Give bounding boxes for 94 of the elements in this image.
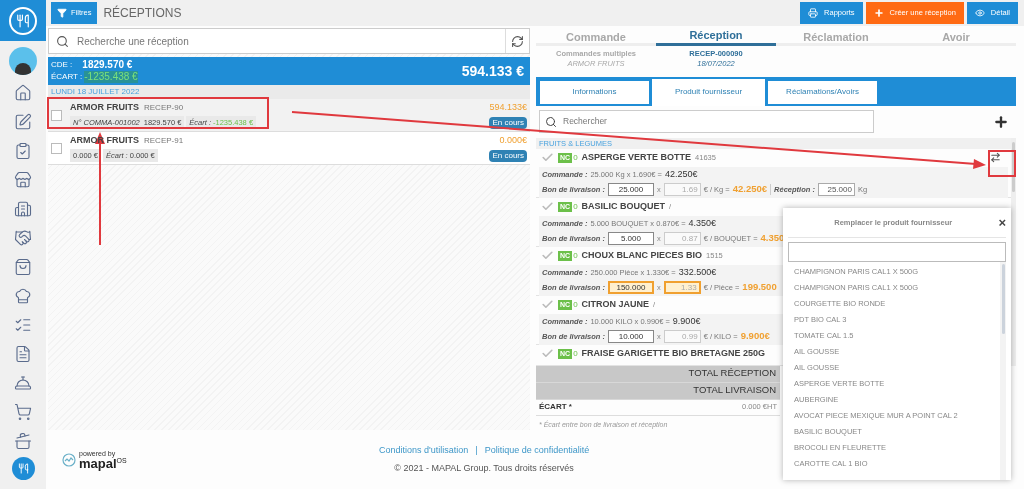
price-field[interactable]: 1.69 xyxy=(663,183,701,196)
row-total: 594.133€ xyxy=(489,100,527,114)
section-tab[interactable]: Réclamations/Avoirs xyxy=(766,78,879,106)
plus-icon xyxy=(873,8,884,18)
nc-count: 0 xyxy=(573,298,578,311)
status-badge: En cours xyxy=(489,117,527,130)
copyright: © 2021 - MAPAL Group. Tous droits réservés xyxy=(394,461,574,475)
refresh-icon[interactable] xyxy=(511,34,524,48)
supplier-name: ARMOR FRUITS xyxy=(70,100,139,114)
app-logo-button[interactable] xyxy=(11,457,35,480)
privacy-link[interactable]: Politique de confidentialité xyxy=(484,444,590,458)
search-icon xyxy=(56,34,69,48)
order-total: 42.250€ xyxy=(664,167,698,181)
cde-label: CDE : xyxy=(51,59,73,71)
cutlery-icon xyxy=(17,463,29,474)
popup-search-field[interactable] xyxy=(788,242,1006,262)
step-tab[interactable]: Avoir xyxy=(896,28,1016,46)
eye-icon xyxy=(974,8,985,18)
bell-icon[interactable] xyxy=(14,374,32,392)
chef-hat-icon[interactable] xyxy=(14,287,32,305)
cutlery-icon xyxy=(16,13,30,28)
section-tab[interactable]: Informations xyxy=(538,78,651,106)
row-checkbox[interactable] xyxy=(51,109,62,121)
order-total: 332.500€ xyxy=(678,265,717,279)
step-tab[interactable]: Réception xyxy=(656,28,776,46)
home-icon[interactable] xyxy=(14,84,32,102)
nc-count: 0 xyxy=(573,249,578,262)
document-icon[interactable] xyxy=(14,345,32,363)
bag-icon[interactable] xyxy=(14,258,32,276)
delivery-total: 199.500 xyxy=(742,280,777,295)
delivery-total: 9.900€ xyxy=(740,329,770,344)
price-field[interactable]: 0.99 xyxy=(663,330,701,343)
date-heading: LUNDI 18 JUILLET 2022 xyxy=(51,86,140,98)
close-button[interactable]: × xyxy=(998,216,1006,229)
order-total: 9.900€ xyxy=(672,314,701,328)
status-badge: En cours xyxy=(489,150,527,163)
product-name: CITRON JAUNE xyxy=(581,298,650,312)
filter-icon xyxy=(57,8,67,18)
cooking-pot-icon[interactable] xyxy=(14,432,32,450)
nc-count: 0 xyxy=(573,151,578,164)
swap-icon[interactable] xyxy=(990,152,1001,164)
handshake-icon[interactable] xyxy=(14,229,32,247)
add-icon[interactable] xyxy=(993,113,1009,130)
reception-ref: RECEP-90 xyxy=(144,101,184,114)
brand-name: mapal xyxy=(79,456,117,470)
clipboard-icon[interactable] xyxy=(14,142,32,160)
row-total: 0.000€ xyxy=(499,133,527,147)
delivery-quantity-field[interactable]: 10.000 xyxy=(607,330,654,343)
store-icon[interactable] xyxy=(14,171,32,189)
delivery-total: 42.250€ xyxy=(732,182,768,197)
delivery-quantity-field[interactable]: 150.000 xyxy=(607,281,654,294)
delivery-quantity-field[interactable]: 5.000 xyxy=(607,232,654,245)
step-tab[interactable]: Commande xyxy=(536,28,656,46)
ecart-label: ÉCART : xyxy=(51,71,83,83)
avatar[interactable] xyxy=(9,47,37,75)
product-name: BASILIC BOUQUET xyxy=(581,200,666,214)
cart-icon[interactable] xyxy=(14,403,32,421)
delivery-quantity-field[interactable]: 25.000 xyxy=(607,183,654,196)
ecart-label: ÉCART * xyxy=(539,401,572,414)
product-search-input[interactable]: Rechercher xyxy=(557,115,873,129)
product-name: FRAISE GARIGETTE BIO BRETAGNE 250G xyxy=(581,347,765,361)
terms-link[interactable]: Conditions d'utilisation xyxy=(379,444,469,458)
edit-icon[interactable] xyxy=(14,113,32,131)
brand-wave-icon xyxy=(62,452,76,467)
checklist-icon[interactable] xyxy=(14,316,32,334)
reception-quantity-field[interactable]: 25.000 xyxy=(817,183,855,196)
search-icon xyxy=(545,115,557,128)
building-icon[interactable] xyxy=(14,200,32,218)
search-field[interactable]: Recherche une réception xyxy=(69,33,505,49)
search-box[interactable]: Recherche une réception xyxy=(48,28,530,54)
product-search-field[interactable]: Rechercher xyxy=(539,110,874,134)
reception-ref: RECEP-91 xyxy=(144,134,184,147)
logo-tile[interactable] xyxy=(0,0,46,41)
scrollbar[interactable] xyxy=(1011,137,1016,366)
product-name: ASPERGE VERTE BOTTE xyxy=(581,151,692,165)
price-field[interactable]: 0.87 xyxy=(663,232,701,245)
step-tab[interactable]: Réclamation xyxy=(776,28,896,46)
link-separator: | xyxy=(475,444,478,457)
cde-value: 1829.570 € xyxy=(82,59,133,71)
total-label: TOTAL RÉCEPTION xyxy=(688,366,776,381)
total-label: TOTAL LIVRAISON xyxy=(693,383,776,398)
section-tab[interactable]: Produit fournisseur xyxy=(652,78,765,106)
scrollbar[interactable] xyxy=(1000,262,1006,480)
total-amount: 594.133 € xyxy=(461,61,524,81)
nc-count: 0 xyxy=(573,200,578,213)
highlight-frame xyxy=(988,150,1016,177)
nc-count: 0 xyxy=(573,347,578,360)
price-field[interactable]: 1.33 xyxy=(663,281,701,294)
page-title: RÉCEPTIONS xyxy=(103,4,182,22)
order-total: 4.350€ xyxy=(688,216,717,230)
product-name: CHOUX BLANC PIECES BIO xyxy=(581,249,703,263)
row-checkbox[interactable] xyxy=(51,142,62,154)
printer-icon xyxy=(808,8,819,18)
ecart-value: -1235.438 € xyxy=(84,71,138,83)
